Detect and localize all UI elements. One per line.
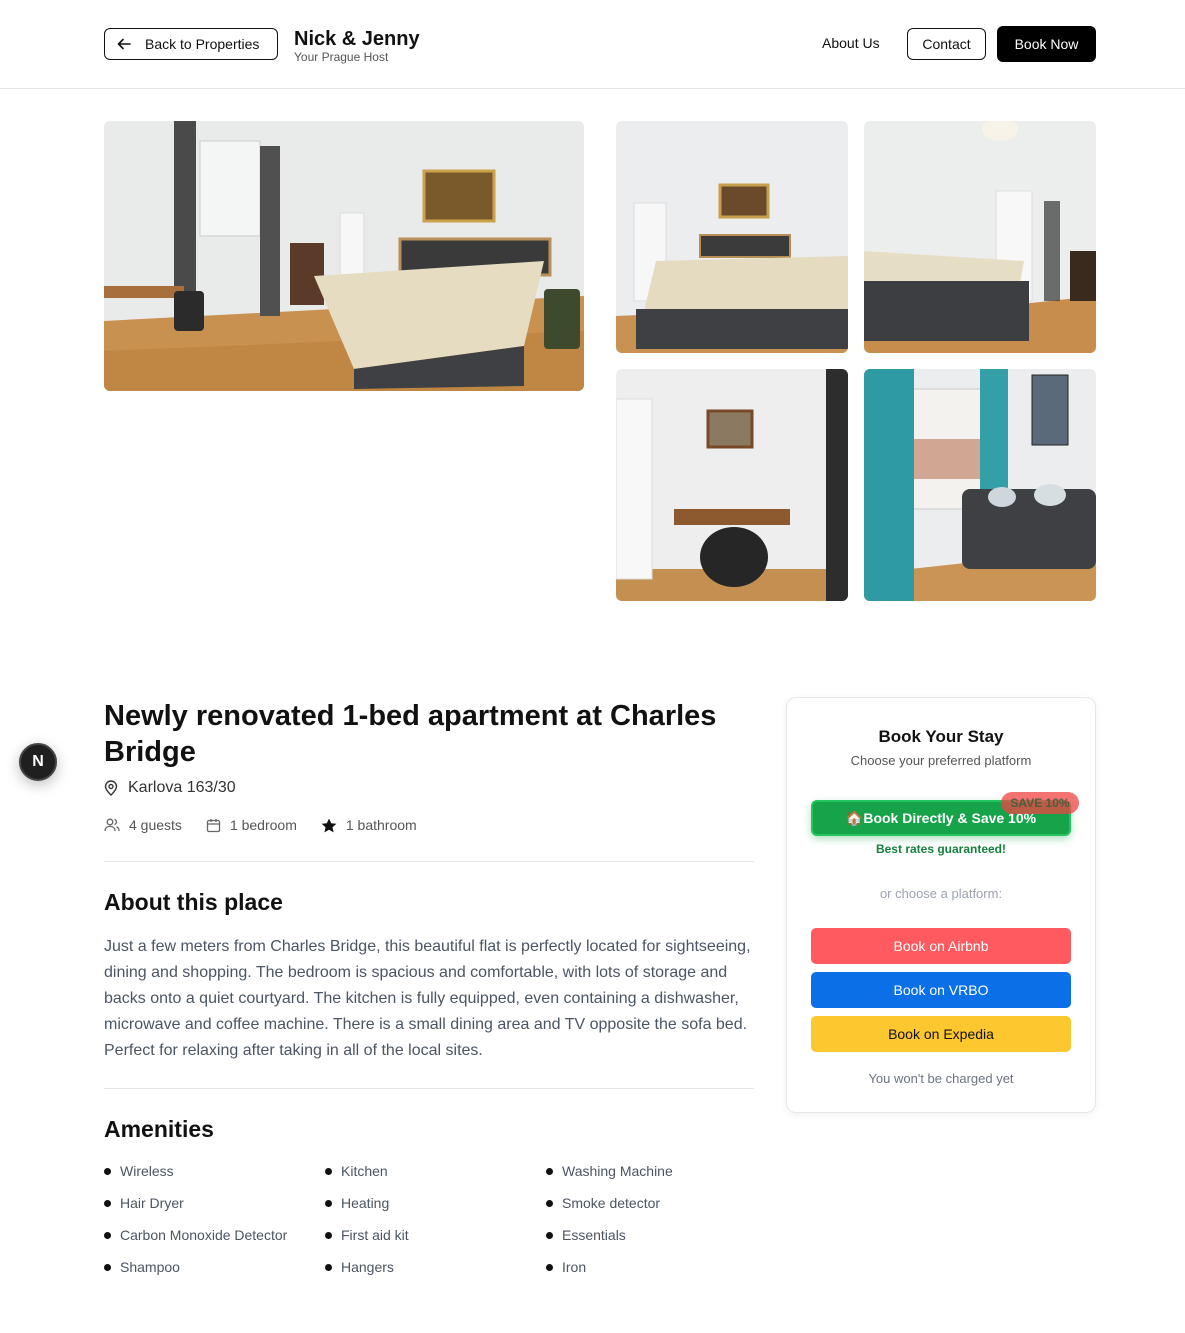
bullet-dot [546,1263,553,1271]
brand-tagline: Your Prague Host [294,50,389,64]
amenity-item: Iron [546,1256,764,1278]
booking-card-title: Book Your Stay [878,727,1004,746]
amenity-item: Shampoo [104,1256,325,1278]
nav-contact-button[interactable]: Contact [907,28,986,60]
booking-card-subtitle: Choose your preferred platform [850,753,1032,768]
amenity-item: Hangers [325,1256,546,1278]
book-on-expedia-button[interactable]: Book on Expedia [811,1016,1071,1052]
listing-address: Karlova 163/30 [128,779,236,796]
amenity-label: First aid kit [341,1227,409,1243]
amenity-label: Washing Machine [562,1163,673,1179]
about-text: Just a few meters from Charles Bridge, t… [104,938,751,1059]
stat-guests-label: 4 guests [129,817,182,833]
book-on-vrbo-button[interactable]: Book on VRBO [811,972,1071,1008]
book-on-airbnb-button[interactable]: Book on Airbnb [811,928,1071,964]
stat-bedrooms: 1 bedroom [206,817,297,833]
amenity-item: Washing Machine [546,1160,764,1182]
amenities-list: Wireless Kitchen Washing Machine Hair Dr… [104,1160,764,1278]
calendar-icon [206,818,221,832]
bullet-dot [546,1167,553,1175]
amenity-label: Kitchen [341,1163,388,1179]
stat-bathrooms: 1 bathroom [321,817,417,833]
star-icon [321,818,337,832]
bullet-dot [104,1231,111,1239]
amenity-label: Iron [562,1259,587,1275]
gallery-photo-bedroom-front[interactable] [616,121,848,353]
stat-guests: 4 guests [104,817,182,833]
divider-2 [104,1088,754,1089]
amenities-heading: Amenities [104,1116,214,1142]
stat-bedrooms-label: 1 bedroom [229,817,297,833]
gallery-photo-desk[interactable] [616,369,848,601]
amenity-item: Wireless [104,1160,325,1182]
bullet-dot [325,1231,332,1239]
amenity-label: Essentials [562,1227,626,1243]
gallery-photo-living-room[interactable] [864,369,1096,601]
stat-bathrooms-label: 1 bathroom [345,817,417,833]
arrow-left-icon [117,38,131,50]
booking-card: Book Your Stay Choose your preferred pla… [786,697,1096,1113]
amenity-item: Kitchen [325,1160,546,1182]
amenity-label: Shampoo [120,1259,180,1275]
amenity-item: Essentials [546,1224,764,1246]
amenity-label: Hair Dryer [120,1195,184,1211]
floating-n-badge[interactable]: N [19,743,57,781]
bullet-dot [104,1199,111,1207]
bullet-dot [325,1263,332,1271]
gallery-photo-bedroom-side[interactable] [864,121,1096,353]
divider-1 [104,861,754,862]
map-pin-icon [104,780,118,796]
amenity-item: Smoke detector [546,1192,764,1214]
bullet-dot [546,1199,553,1207]
or-choose-platform-text: or choose a platform: [879,886,1003,901]
save-badge: SAVE 10% [1001,792,1079,814]
back-label: Back to Properties [145,36,260,52]
amenity-label: Heating [341,1195,390,1211]
best-rates-text: Best rates guaranteed! [875,842,1007,856]
amenity-label: Hangers [341,1259,394,1275]
bullet-dot [104,1167,111,1175]
amenity-label: Smoke detector [562,1195,661,1211]
bullet-dot [546,1231,553,1239]
nav-book-now-button[interactable]: Book Now [997,26,1096,62]
gallery-photo-main[interactable] [104,121,584,391]
amenity-item: First aid kit [325,1224,546,1246]
bullet-dot [325,1167,332,1175]
amenity-item: Heating [325,1192,546,1214]
bullet-dot [325,1199,332,1207]
about-heading: About this place [104,889,283,915]
listing-title: Newly renovated 1-bed apartment at Charl… [104,700,717,768]
nav-about-us-link[interactable]: About Us [822,35,880,51]
back-to-properties-button[interactable]: Back to Properties [104,28,278,60]
site-header: Back to Properties Nick & Jenny Your Pra… [0,0,1185,89]
brand[interactable]: Nick & Jenny Your Prague Host [294,28,420,64]
amenity-label: Wireless [120,1163,174,1179]
amenity-item: Hair Dryer [104,1192,325,1214]
amenity-label: Carbon Monoxide Detector [120,1227,288,1243]
listing-location: Karlova 163/30 [104,779,236,797]
bullet-dot [104,1263,111,1271]
listing-stats: 4 guests 1 bedroom 1 bathroom [104,817,441,833]
no-charge-note: You won't be charged yet [868,1071,1014,1086]
users-icon [104,818,120,832]
amenity-item: Carbon Monoxide Detector [104,1224,325,1246]
brand-name: Nick & Jenny [294,28,420,50]
